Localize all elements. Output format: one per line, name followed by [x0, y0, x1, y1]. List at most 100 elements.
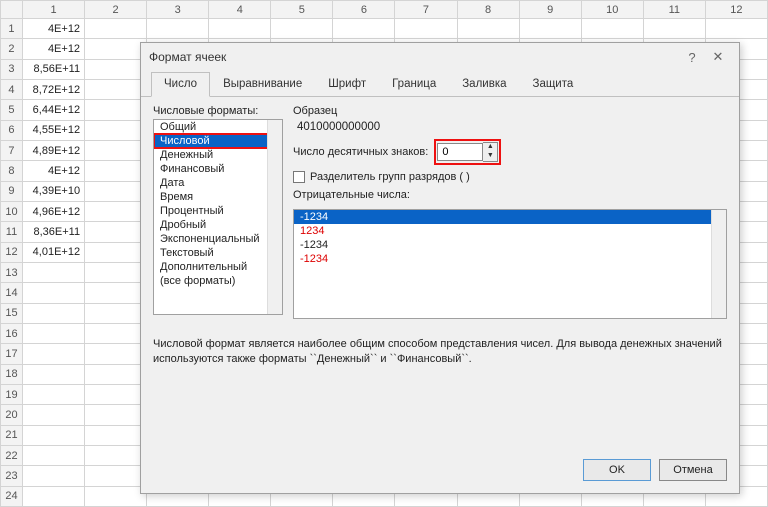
- cell[interactable]: [519, 19, 581, 39]
- format-option[interactable]: Числовой: [154, 134, 282, 148]
- cell[interactable]: [85, 161, 147, 181]
- cell[interactable]: 4,55E+12: [22, 120, 84, 140]
- spinner-up-icon[interactable]: ▲: [483, 143, 497, 152]
- cell[interactable]: [705, 19, 767, 39]
- row-header[interactable]: 23: [1, 466, 23, 486]
- row-header[interactable]: 3: [1, 59, 23, 79]
- column-header[interactable]: 10: [581, 1, 643, 19]
- scrollbar[interactable]: [267, 120, 282, 314]
- row-header[interactable]: 17: [1, 344, 23, 364]
- cell[interactable]: [85, 140, 147, 160]
- format-option[interactable]: Время: [154, 190, 282, 204]
- row-header[interactable]: 9: [1, 181, 23, 201]
- format-option[interactable]: Финансовый: [154, 162, 282, 176]
- cell[interactable]: 4,39E+10: [22, 181, 84, 201]
- column-header[interactable]: 6: [333, 1, 395, 19]
- format-option[interactable]: Денежный: [154, 148, 282, 162]
- cell[interactable]: 4,96E+12: [22, 201, 84, 221]
- format-option[interactable]: Дополнительный: [154, 260, 282, 274]
- ok-button[interactable]: OK: [583, 459, 651, 481]
- cell[interactable]: [85, 222, 147, 242]
- cell[interactable]: [22, 283, 84, 303]
- close-icon[interactable]: ✕: [705, 49, 731, 65]
- formats-listbox[interactable]: ОбщийЧисловойДенежныйФинансовыйДатаВремя…: [153, 119, 283, 315]
- cell[interactable]: [85, 445, 147, 465]
- row-header[interactable]: 4: [1, 79, 23, 99]
- row-header[interactable]: 12: [1, 242, 23, 262]
- help-icon[interactable]: ?: [679, 50, 705, 65]
- cell[interactable]: [271, 19, 333, 39]
- column-header[interactable]: 5: [271, 1, 333, 19]
- cell[interactable]: [22, 384, 84, 404]
- cell[interactable]: [85, 242, 147, 262]
- format-option[interactable]: Дата: [154, 176, 282, 190]
- row-header[interactable]: 7: [1, 140, 23, 160]
- cell[interactable]: [85, 425, 147, 445]
- row-header[interactable]: 24: [1, 486, 23, 506]
- format-option[interactable]: (все форматы): [154, 274, 282, 288]
- cell[interactable]: [85, 120, 147, 140]
- tab-выравнивание[interactable]: Выравнивание: [210, 72, 315, 97]
- column-header[interactable]: 11: [643, 1, 705, 19]
- tab-число[interactable]: Число: [151, 72, 210, 97]
- cell[interactable]: [581, 19, 643, 39]
- row-header[interactable]: 14: [1, 283, 23, 303]
- cell[interactable]: [22, 344, 84, 364]
- cell[interactable]: [85, 323, 147, 343]
- cell[interactable]: [85, 262, 147, 282]
- cancel-button[interactable]: Отмена: [659, 459, 727, 481]
- cell[interactable]: 4,89E+12: [22, 140, 84, 160]
- cell[interactable]: [85, 364, 147, 384]
- cell[interactable]: [22, 364, 84, 384]
- cell[interactable]: [22, 323, 84, 343]
- column-header[interactable]: 12: [705, 1, 767, 19]
- cell[interactable]: 8,36E+11: [22, 222, 84, 242]
- scrollbar[interactable]: [711, 210, 726, 318]
- row-header[interactable]: 16: [1, 323, 23, 343]
- cell[interactable]: [85, 384, 147, 404]
- row-header[interactable]: 18: [1, 364, 23, 384]
- format-option[interactable]: Процентный: [154, 204, 282, 218]
- row-header[interactable]: 8: [1, 161, 23, 181]
- cell[interactable]: [85, 39, 147, 59]
- row-header[interactable]: 5: [1, 100, 23, 120]
- cell[interactable]: [85, 201, 147, 221]
- cell[interactable]: 4,01E+12: [22, 242, 84, 262]
- spinner-down-icon[interactable]: ▼: [483, 152, 497, 161]
- cell[interactable]: [85, 181, 147, 201]
- decimals-input[interactable]: [437, 143, 483, 161]
- row-header[interactable]: 22: [1, 445, 23, 465]
- row-header[interactable]: 2: [1, 39, 23, 59]
- cell[interactable]: [22, 303, 84, 323]
- row-header[interactable]: 15: [1, 303, 23, 323]
- cell[interactable]: [22, 466, 84, 486]
- cell[interactable]: 4E+12: [22, 161, 84, 181]
- cell[interactable]: [333, 19, 395, 39]
- negative-option[interactable]: 1234: [294, 224, 726, 238]
- column-header[interactable]: 1: [22, 1, 84, 19]
- row-header[interactable]: 10: [1, 201, 23, 221]
- select-all-corner[interactable]: [1, 1, 23, 19]
- cell[interactable]: [85, 283, 147, 303]
- row-header[interactable]: 21: [1, 425, 23, 445]
- cell[interactable]: [85, 59, 147, 79]
- cell[interactable]: [22, 405, 84, 425]
- cell[interactable]: 4E+12: [22, 19, 84, 39]
- cell[interactable]: 8,72E+12: [22, 79, 84, 99]
- row-header[interactable]: 20: [1, 405, 23, 425]
- format-option[interactable]: Текстовый: [154, 246, 282, 260]
- column-header[interactable]: 7: [395, 1, 457, 19]
- negative-option[interactable]: -1234: [294, 252, 726, 266]
- row-header[interactable]: 1: [1, 19, 23, 39]
- cell[interactable]: [22, 486, 84, 506]
- format-option[interactable]: Общий: [154, 120, 282, 134]
- cell[interactable]: [85, 405, 147, 425]
- negatives-listbox[interactable]: -12341234-1234-1234: [293, 209, 727, 319]
- cell[interactable]: [85, 303, 147, 323]
- cell[interactable]: [643, 19, 705, 39]
- row-header[interactable]: 13: [1, 262, 23, 282]
- cell[interactable]: [147, 19, 209, 39]
- row-header[interactable]: 11: [1, 222, 23, 242]
- negative-option[interactable]: -1234: [294, 210, 726, 224]
- tab-граница[interactable]: Граница: [379, 72, 449, 97]
